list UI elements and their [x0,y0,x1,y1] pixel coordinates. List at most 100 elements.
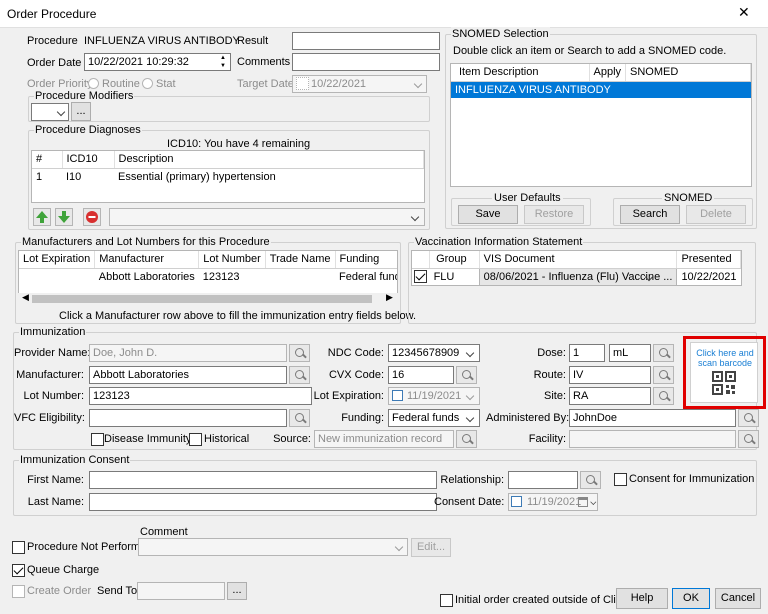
target-date-field[interactable]: 10/22/2021 [292,75,427,93]
order-date-label: Order Date [27,57,82,69]
relationship-field[interactable] [508,471,578,489]
initial-order-checkbox[interactable] [440,594,453,607]
cancel-button[interactable]: Cancel [715,588,761,609]
immunization-title: Immunization [19,325,87,339]
lot-expiration-checkbox[interactable] [392,390,403,401]
consent-date-checkbox[interactable] [511,496,522,507]
lot-expiration-value: 11/19/2021 [407,390,462,402]
modifiers-button[interactable]: ... [71,102,91,121]
create-order-checkbox[interactable] [12,585,25,598]
order-date-spinner[interactable]: ▲ ▼ [216,54,230,70]
delete-diagnosis-button[interactable] [83,208,101,226]
vis-row-checkbox[interactable] [414,270,427,283]
table-row[interactable]: INFLUENZA VIRUS ANTIBODY [451,81,751,98]
diagnosis-dropdown-icon[interactable] [408,209,424,225]
snomed-hint: Double click an item or Search to add a … [453,45,727,57]
stat-radio[interactable] [142,78,153,89]
consent-date-calendar-icon[interactable] [578,497,588,507]
first-name-label: First Name: [27,474,84,486]
consent-date-dropdown-icon[interactable] [588,496,599,507]
historical-label: Historical [204,433,250,445]
manufacturer-field[interactable]: Abbott Laboratories [89,366,287,384]
restore-button[interactable]: Restore [524,205,584,224]
move-down-button[interactable] [55,208,73,226]
ndc-dropdown-icon[interactable] [463,345,479,361]
provider-field[interactable]: Doe, John D. [89,344,287,362]
diagnoses-table: # ICD10 Description 1 I10 Essential (primary… [31,150,425,203]
historical-checkbox[interactable] [189,433,202,446]
vfc-field[interactable] [89,409,287,427]
save-button[interactable]: Save [458,205,518,224]
routine-radio[interactable] [88,78,99,89]
close-icon[interactable]: ✕ [738,5,750,19]
vis-document-dropdown-icon[interactable] [642,269,658,285]
consent-immunization-checkbox[interactable] [614,473,627,486]
snomed-title: SNOMED Selection [451,27,550,41]
send-to-button[interactable]: ... [227,582,247,600]
initial-order-label: Initial order created outside of Clinica… [455,594,639,606]
modifiers-dropdown-icon[interactable] [54,104,70,120]
target-date-checkbox[interactable] [296,77,309,90]
scroll-right-icon[interactable]: ▶ [386,292,393,303]
comment-select[interactable] [138,538,408,556]
manufacturer-search-icon[interactable] [289,366,310,384]
last-name-field[interactable] [89,493,437,511]
source-search-icon[interactable] [456,430,477,448]
lot-number-field[interactable]: 123123 [89,387,312,405]
route-field[interactable]: IV [569,366,651,384]
diag-code: I10 [66,170,82,183]
result-field[interactable] [292,32,440,50]
vfc-search-icon[interactable] [289,409,310,427]
first-name-field[interactable] [89,471,437,489]
mfr-trade [265,268,335,285]
delete-button[interactable]: Delete [686,205,746,224]
scroll-thumb[interactable] [32,295,372,303]
administered-by-field[interactable]: JohnDoe [569,409,736,427]
create-order-label: Create Order [27,585,92,597]
cvx-search-icon[interactable] [456,366,477,384]
ok-button[interactable]: OK [672,588,710,609]
lot-expiration-label: Lot Expiration: [313,390,384,402]
move-up-button[interactable] [33,208,51,226]
source-field[interactable]: New immunization record [314,430,454,448]
comments-field[interactable] [292,53,440,71]
comment-dropdown-icon[interactable] [392,539,408,555]
lot-expiration-dropdown-icon[interactable] [463,388,479,404]
barcode-button[interactable]: Click here and scan barcode [690,342,758,403]
site-search-icon[interactable] [653,387,674,405]
dose-label: Dose: [537,347,566,359]
help-button[interactable]: Help [616,588,668,609]
facility-label: Facility: [528,433,566,445]
scroll-left-icon[interactable]: ◀ [22,292,29,303]
table-row[interactable]: 1 I10 Essential (primary) hypertension [32,168,424,185]
dose-unit-field[interactable]: mL [609,344,651,362]
queue-charge-checkbox[interactable] [12,564,25,577]
stat-label: Stat [156,78,176,90]
target-date-dropdown-icon[interactable] [411,76,427,92]
site-field[interactable]: RA [569,387,651,405]
table-row[interactable]: FLU 08/06/2021 - Influenza (Flu) Vaccine … [412,267,741,286]
route-search-icon[interactable] [653,366,674,384]
table-row[interactable]: Abbott Laboratories 123123 Federal funds [19,268,397,285]
not-performed-checkbox[interactable] [12,541,25,554]
provider-search-icon[interactable] [289,344,310,362]
relationship-search-icon[interactable] [580,471,601,489]
dose-field[interactable]: 1 [569,344,605,362]
facility-field[interactable] [569,430,736,448]
order-date-field[interactable]: 10/22/2021 10:29:32 [84,53,231,71]
window-title: Order Procedure [7,7,97,21]
facility-search-icon[interactable] [738,430,759,448]
disease-immunity-checkbox[interactable] [91,433,104,446]
manufacturers-scrollbar[interactable]: ◀ ▶ [18,292,398,305]
funding-dropdown-icon[interactable] [463,410,479,426]
arrow-up-icon [36,211,48,223]
consent-immunization-label: Consent for Immunization [629,473,755,485]
send-to-field[interactable] [137,582,225,600]
search-button[interactable]: Search [620,205,680,224]
dose-unit-search-icon[interactable] [653,344,674,362]
administered-by-search-icon[interactable] [738,409,759,427]
edit-button[interactable]: Edit... [411,538,451,557]
diagnosis-select[interactable] [109,208,425,226]
comment-label: Comment [140,526,188,538]
cvx-field[interactable]: 16 [388,366,454,384]
